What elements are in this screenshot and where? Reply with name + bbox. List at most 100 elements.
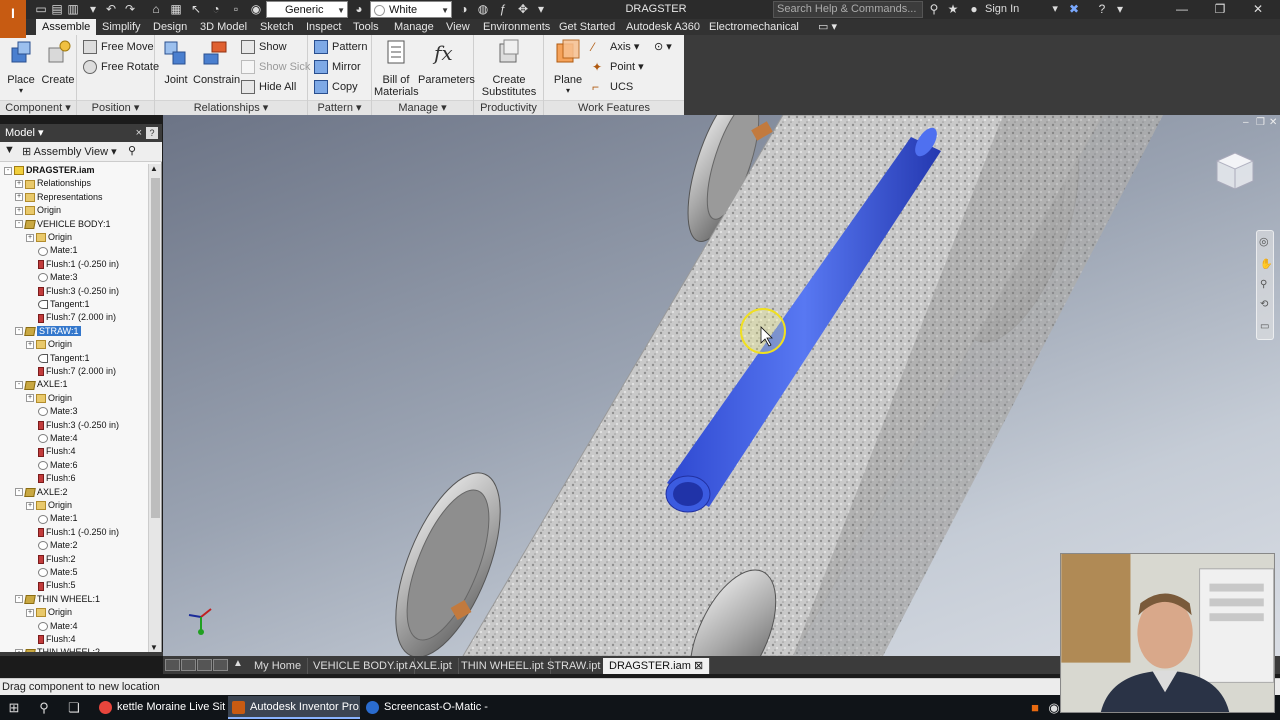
- expand-toggle-icon[interactable]: +: [26, 608, 34, 617]
- tab-3d-model[interactable]: 3D Model: [194, 19, 253, 35]
- tree-component-node[interactable]: - THIN WHEEL:1: [15, 593, 100, 606]
- properties-icon[interactable]: ▦: [168, 2, 184, 17]
- look-at-icon[interactable]: ▭: [1260, 321, 1269, 332]
- appearance-icon[interactable]: ◕: [351, 2, 367, 17]
- tile-horizontal-icon[interactable]: [165, 659, 180, 671]
- tab-autodesk-a360[interactable]: Autodesk A360: [620, 19, 706, 35]
- tree-item[interactable]: Mate:3: [26, 271, 78, 284]
- free-rotate-button[interactable]: Free Rotate: [83, 58, 159, 76]
- restore-button[interactable]: ❐: [1200, 0, 1240, 19]
- tree-item[interactable]: Flush:4: [26, 633, 76, 646]
- help-dropdown-icon[interactable]: ▾: [1112, 2, 1128, 17]
- relationships-group-label[interactable]: Relationships ▾: [155, 100, 307, 115]
- task-view-icon[interactable]: ❏: [64, 698, 84, 717]
- taskbar-app-inventor[interactable]: Autodesk Inventor Pro...: [228, 696, 360, 719]
- ribbon-options-icon[interactable]: ▭ ▾: [812, 19, 843, 35]
- appearance-select[interactable]: White ▼: [370, 1, 452, 18]
- minimize-button[interactable]: —: [1162, 0, 1202, 19]
- tree-item[interactable]: + Representations: [15, 191, 103, 204]
- tab-manage[interactable]: Manage: [388, 19, 440, 35]
- tree-item[interactable]: Mate:4: [26, 432, 78, 445]
- parameters-fx-icon[interactable]: ƒ: [495, 2, 511, 17]
- filter-icon[interactable]: ▼: [4, 144, 15, 156]
- tree-item[interactable]: Mate:5: [26, 566, 78, 579]
- tree-item[interactable]: Flush:2: [26, 553, 76, 566]
- assembly-view-selector[interactable]: ⊞ Assembly View ▾: [22, 145, 117, 158]
- constrain-button[interactable]: Constrain: [193, 38, 240, 86]
- search-icon[interactable]: ⚲: [128, 144, 136, 157]
- help-icon[interactable]: ?: [146, 127, 158, 139]
- move-icon[interactable]: ✥: [515, 2, 531, 17]
- expand-toggle-icon[interactable]: +: [15, 180, 23, 189]
- pattern-group-label[interactable]: Pattern ▾: [308, 100, 371, 115]
- joint-button[interactable]: Joint: [159, 38, 193, 86]
- tree-item[interactable]: Mate:1: [26, 512, 78, 525]
- tree-item[interactable]: Flush:1 (-0.250 in): [26, 258, 119, 271]
- orbit-icon[interactable]: ⟲: [1260, 299, 1268, 310]
- tree-item[interactable]: + Origin: [15, 204, 61, 217]
- sign-in-button[interactable]: Sign In ▾: [985, 0, 1058, 19]
- hide-all-button[interactable]: Hide All: [241, 78, 296, 96]
- tab-my-home[interactable]: My Home: [248, 658, 309, 674]
- expand-toggle-icon[interactable]: -: [15, 220, 23, 229]
- tab-assemble[interactable]: Assemble: [36, 19, 97, 35]
- position-group-label[interactable]: Position ▾: [77, 100, 154, 115]
- exchange-apps-icon[interactable]: ✖: [1066, 2, 1082, 17]
- expand-toggle-icon[interactable]: -: [15, 488, 23, 497]
- ucs-button[interactable]: ⌐ UCS: [592, 78, 633, 96]
- tree-item[interactable]: Mate:1: [26, 244, 78, 257]
- bill-of-materials-button[interactable]: Bill of Materials: [374, 38, 419, 98]
- pan-icon[interactable]: ✋: [1260, 259, 1272, 270]
- vehicle-body[interactable]: [462, 115, 1163, 656]
- arrange-icon[interactable]: [213, 659, 228, 671]
- expand-toggle-icon[interactable]: +: [26, 501, 34, 510]
- tree-item[interactable]: Tangent:1: [26, 298, 90, 311]
- tree-item[interactable]: Flush:6: [26, 472, 76, 485]
- tree-item[interactable]: Flush:3 (-0.250 in): [26, 285, 119, 298]
- material-select[interactable]: Generic ▼: [266, 1, 348, 18]
- zoom-icon[interactable]: ⚲: [1260, 279, 1267, 290]
- tree-item[interactable]: Flush:4: [26, 445, 76, 458]
- tab-simplify[interactable]: Simplify: [96, 19, 147, 35]
- tab-axle[interactable]: AXLE.ipt: [403, 658, 459, 674]
- close-button[interactable]: ✕: [1238, 0, 1278, 19]
- home-icon[interactable]: ⌂: [148, 2, 164, 17]
- tab-list-icon[interactable]: ▲: [233, 658, 243, 669]
- expand-toggle-icon[interactable]: -: [15, 595, 23, 604]
- tree-item[interactable]: Mate:6: [26, 459, 78, 472]
- select-icon[interactable]: ↖: [188, 2, 204, 17]
- help-search-input[interactable]: Search Help & Commands...: [773, 1, 923, 18]
- material-icon[interactable]: ◉: [248, 2, 264, 17]
- tab-environments[interactable]: Environments: [477, 19, 556, 35]
- browser-header[interactable]: Model ▾ × ?: [0, 124, 162, 142]
- update-icon[interactable]: ◔: [208, 2, 224, 17]
- cascade-icon[interactable]: [197, 659, 212, 671]
- tree-item[interactable]: Mate:4: [26, 620, 78, 633]
- tree-item[interactable]: Flush:1 (-0.250 in): [26, 526, 119, 539]
- tree-item[interactable]: Mate:3: [26, 405, 78, 418]
- expand-toggle-icon[interactable]: +: [26, 394, 34, 403]
- tab-design[interactable]: Design: [147, 19, 193, 35]
- open-icon[interactable]: ▤: [49, 2, 65, 17]
- tree-item[interactable]: Flush:3 (-0.250 in): [26, 419, 119, 432]
- tree-component-node[interactable]: - VEHICLE BODY:1: [15, 218, 111, 231]
- expand-toggle-icon[interactable]: -: [15, 327, 23, 336]
- tile-vertical-icon[interactable]: [181, 659, 196, 671]
- tree-item[interactable]: + Origin: [26, 606, 72, 619]
- close-icon[interactable]: ⊠: [694, 660, 703, 672]
- tree-component-node[interactable]: - AXLE:1: [15, 378, 68, 391]
- save-dropdown-icon[interactable]: ▾: [85, 2, 101, 17]
- tab-straw[interactable]: STRAW.ipt: [541, 658, 608, 674]
- expand-toggle-icon[interactable]: +: [26, 233, 34, 242]
- create-substitutes-button[interactable]: Create Substitutes: [476, 38, 542, 98]
- mirror-button[interactable]: Mirror: [314, 58, 361, 76]
- clear-appearance-icon[interactable]: ◑: [456, 2, 472, 17]
- binoculars-icon[interactable]: ⚲: [926, 2, 942, 17]
- qat-customize-icon[interactable]: ▾: [533, 2, 549, 17]
- scroll-up-icon[interactable]: ▲: [150, 164, 158, 173]
- browser-close-icon[interactable]: ×: [136, 124, 142, 142]
- tab-electromechanical[interactable]: Electromechanical: [703, 19, 805, 35]
- windows-start-icon[interactable]: ⊞: [4, 698, 24, 717]
- tree-item[interactable]: + Origin: [26, 392, 72, 405]
- star-icon[interactable]: ★: [945, 2, 961, 17]
